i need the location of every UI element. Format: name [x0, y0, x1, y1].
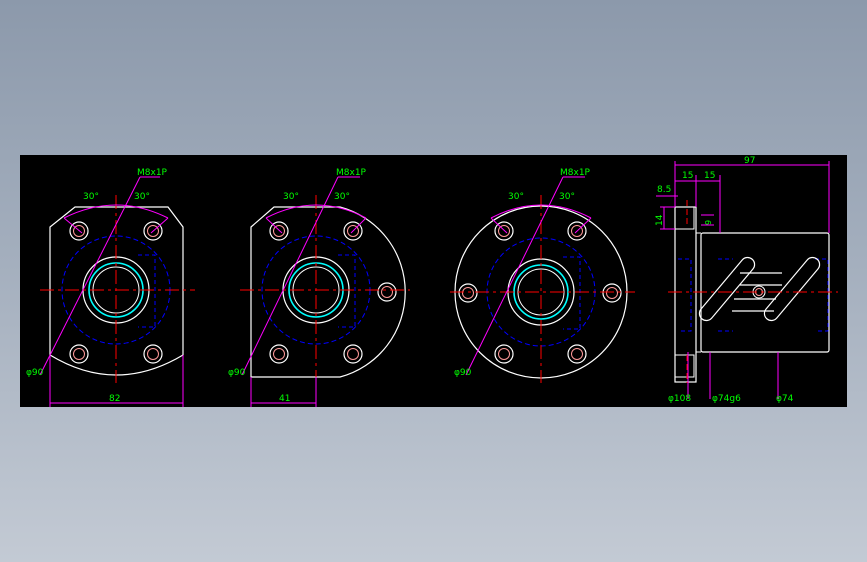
side-height: 14: [655, 214, 665, 226]
view3-thread-callout: M8x1P: [560, 168, 591, 178]
side-dia-body-tol: φ74: [776, 394, 794, 404]
view3-angle-right: 30°: [559, 192, 575, 202]
view-1-flange: 30° 30° M8x1P φ90 82: [26, 168, 195, 407]
view-3-flange: 30° 30° M8x1P φ90: [450, 168, 635, 383]
side-dia-body: φ74g6: [712, 394, 741, 404]
view1-width: 82: [109, 394, 120, 404]
side-flange-a: 15: [682, 171, 693, 181]
view-2-flange: 30° 30° M8x1P φ90 41: [228, 168, 410, 407]
view1-thread-callout: M8x1P: [137, 168, 168, 178]
view3-angle-left: 30°: [508, 192, 524, 202]
side-overall-length: 97: [744, 156, 755, 166]
view2-offset: 41: [279, 394, 290, 404]
side-hole: 9: [704, 220, 713, 225]
drawing-svg: 30° 30° M8x1P φ90 82 30° 30° M8x1P φ90 4…: [26, 156, 838, 407]
view1-angle-left: 30°: [83, 192, 99, 202]
side-flange-b: 15: [704, 171, 715, 181]
side-step: 8.5: [657, 185, 671, 195]
cad-drawing-canvas[interactable]: 30° 30° M8x1P φ90 82 30° 30° M8x1P φ90 4…: [20, 155, 847, 407]
side-view: 97 15 15 8.5 14 9 φ108 φ74g6 φ74: [655, 156, 838, 404]
view2-angle-right: 30°: [334, 192, 350, 202]
view2-angle-left: 30°: [283, 192, 299, 202]
view2-diameter: φ90: [228, 368, 246, 378]
oil-groove: [698, 256, 821, 322]
view3-diameter: φ90: [454, 368, 472, 378]
view1-angle-right: 30°: [134, 192, 150, 202]
view1-diameter: φ90: [26, 368, 44, 378]
view2-thread-callout: M8x1P: [336, 168, 367, 178]
side-dia-flange: φ108: [668, 394, 691, 404]
